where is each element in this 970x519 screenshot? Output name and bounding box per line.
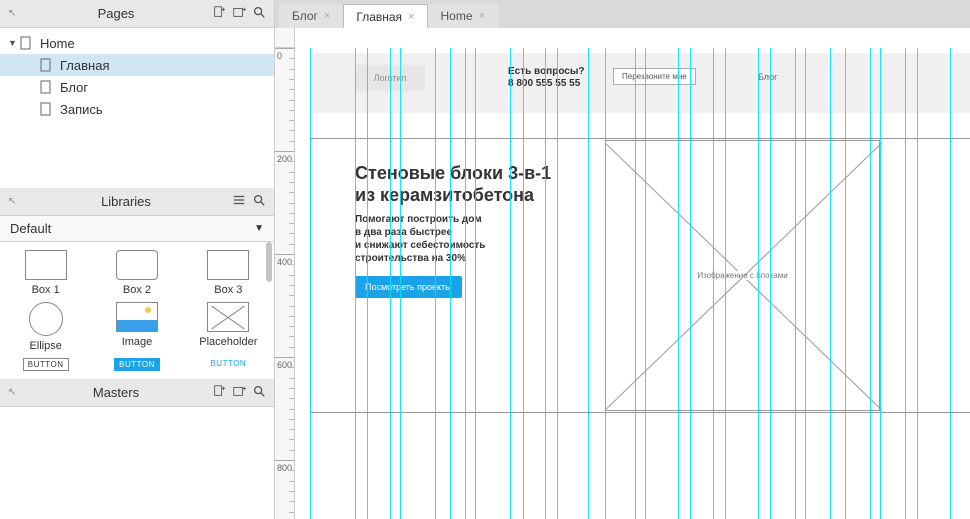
masters-panel-header: ↖ Masters [0,379,274,407]
tab-glavnaya[interactable]: Главная× [343,4,427,28]
hero-cta-button[interactable]: Посмотреть проекты [355,276,462,298]
scrollbar-thumb[interactable] [266,242,272,282]
left-panel: ↖ Pages ▼ Home [0,0,275,519]
guide-vertical[interactable] [845,48,846,519]
guide-vertical[interactable] [713,48,714,519]
guide-vertical[interactable] [435,48,436,519]
guide-vertical[interactable] [367,48,368,519]
guide-vertical[interactable] [465,48,466,519]
contact-text: Есть вопросы? 8 800 555 55 55 [508,66,585,90]
canvas[interactable]: Логотип Есть вопросы? 8 800 555 55 55 Пе… [295,48,970,519]
widget-box1[interactable]: Box 1 [0,248,91,298]
chevron-down-icon: ▼ [254,223,264,234]
guide-vertical[interactable] [400,48,401,519]
masters-title: Masters [20,385,212,400]
guide-vertical[interactable] [690,48,691,519]
page-icon [38,80,54,94]
add-folder-icon[interactable] [232,5,246,22]
tree-item-zapis[interactable]: Запись [0,98,274,120]
guide-vertical[interactable] [390,48,391,519]
guide-vertical[interactable] [950,48,951,519]
tree-root[interactable]: ▼ Home [0,32,274,54]
add-master-icon[interactable] [212,384,226,401]
widget-placeholder[interactable]: Placeholder [183,300,274,354]
guide-vertical[interactable] [805,48,806,519]
guide-vertical[interactable] [545,48,546,519]
collapse-icon[interactable]: ↖ [8,196,20,207]
guide-vertical[interactable] [475,48,476,519]
guide-vertical[interactable] [725,48,726,519]
tab-blog[interactable]: Блог× [279,4,343,28]
guide-vertical[interactable] [605,48,606,519]
image-placeholder[interactable]: Изображение с блоками [605,140,880,411]
page-icon [18,36,34,50]
canvas-area: Блог× Главная× Home× 0200400600800100012… [275,0,970,519]
guide-vertical[interactable] [355,48,356,519]
callback-button[interactable]: Перезвоните мне [613,68,696,85]
guide-vertical[interactable] [450,48,451,519]
pages-tree: ▼ Home Главная Блог [0,28,274,188]
guide-vertical[interactable] [645,48,646,519]
search-icon[interactable] [252,384,266,401]
collapse-icon[interactable]: ↖ [8,387,20,398]
guide-vertical[interactable] [795,48,796,519]
guide-vertical[interactable] [830,48,831,519]
widget-image[interactable]: Image [91,300,182,354]
libraries-title: Libraries [20,194,232,209]
guide-vertical[interactable] [635,48,636,519]
page-icon [38,102,54,116]
tree-item-blog[interactable]: Блог [0,76,274,98]
close-icon[interactable]: × [324,10,330,22]
tree-item-glavnaya[interactable]: Главная [0,54,274,76]
guide-vertical[interactable] [310,48,311,519]
widget-ellipse[interactable]: Ellipse [0,300,91,354]
widget-box2[interactable]: Box 2 [91,248,182,298]
pages-panel-header: ↖ Pages [0,0,274,28]
library-select[interactable]: Default ▼ [0,216,274,242]
guide-vertical[interactable] [510,48,511,519]
collapse-icon[interactable]: ↖ [8,8,20,19]
hero-title: Стеновые блоки 3-в-1 из керамзитобетона [355,163,551,206]
guide-vertical[interactable] [588,48,589,519]
search-icon[interactable] [252,5,266,22]
search-icon[interactable] [252,193,266,210]
guide-vertical[interactable] [880,48,881,519]
ruler-vertical[interactable]: 0200400600800 [275,48,295,519]
close-icon[interactable]: × [479,10,485,22]
widget-button-primary[interactable]: BUTTON [91,356,182,373]
libraries-panel-header: ↖ Libraries [0,188,274,216]
widget-button-link[interactable]: BUTTON [183,356,274,373]
close-icon[interactable]: × [408,11,414,23]
guide-vertical[interactable] [678,48,679,519]
add-folder-icon[interactable] [232,384,246,401]
tab-home[interactable]: Home× [428,4,498,28]
widget-grid: Box 1 Box 2 Box 3 Ellipse Image Placehol… [0,242,274,379]
caret-down-icon[interactable]: ▼ [8,38,18,48]
pages-title: Pages [20,6,212,21]
widget-box3[interactable]: Box 3 [183,248,274,298]
guide-vertical[interactable] [870,48,871,519]
guide-vertical[interactable] [758,48,759,519]
tabbar: Блог× Главная× Home× [275,0,970,28]
page-icon [38,58,54,72]
ruler-corner [275,28,295,48]
widget-button-default[interactable]: BUTTON [0,356,91,373]
menu-icon[interactable] [232,193,246,210]
guide-vertical[interactable] [557,48,558,519]
blog-link[interactable]: Блог [758,72,777,82]
add-page-icon[interactable] [212,5,226,22]
guide-vertical[interactable] [917,48,918,519]
guide-vertical[interactable] [905,48,906,519]
guide-vertical[interactable] [770,48,771,519]
guide-vertical[interactable] [523,48,524,519]
